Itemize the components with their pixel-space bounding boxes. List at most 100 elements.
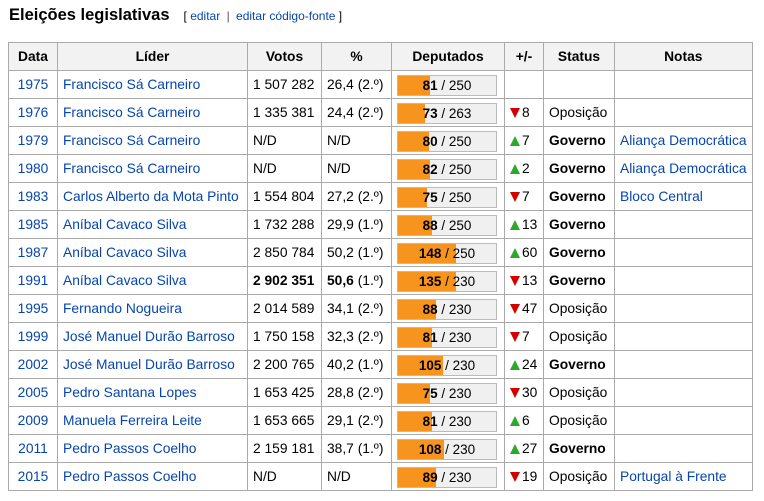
leader-cell: Francisco Sá Carneiro <box>57 154 248 183</box>
year-link[interactable]: 1975 <box>18 77 49 92</box>
year-link[interactable]: 1995 <box>18 301 49 316</box>
seats-bar: 81 / 230 <box>397 327 497 348</box>
rank-cell: (2.º) <box>357 77 384 92</box>
leader-link[interactable]: José Manuel Durão Barroso <box>63 329 235 344</box>
year-link[interactable]: 2011 <box>18 441 48 456</box>
change-cell: 13 <box>504 266 544 295</box>
seats-label: 75 / 230 <box>422 386 472 401</box>
seats-label: 148 / 250 <box>418 246 476 261</box>
seats-won: 81 <box>422 414 438 429</box>
percent-value: 32,3 <box>327 329 354 344</box>
rank-cell: (1.º) <box>357 441 384 456</box>
table-row: 1991 Aníbal Cavaco Silva 2 902 351 50,6 (1.… <box>8 266 753 295</box>
header-deputados: Deputados <box>391 42 505 71</box>
year-cell: 1983 <box>8 182 58 211</box>
change-value: 7 <box>522 133 530 148</box>
notes-link[interactable]: Aliança Democrática <box>620 161 747 176</box>
seats-cell: 105 / 230 <box>391 350 505 379</box>
edit-source-link[interactable]: editar código-fonte <box>236 9 335 23</box>
year-link[interactable]: 1985 <box>18 217 49 232</box>
table-row: 1995 Fernando Nogueira 2 014 589 34,1 (2.º)… <box>8 294 753 323</box>
change-cell: 60 <box>504 238 544 267</box>
decrease-arrow-icon <box>510 304 520 315</box>
notes-link[interactable]: Aliança Democrática <box>620 133 747 148</box>
leader-link[interactable]: Francisco Sá Carneiro <box>63 105 200 120</box>
edit-link[interactable]: editar <box>190 9 220 23</box>
notes-cell <box>614 98 753 127</box>
year-link[interactable]: 1980 <box>18 161 49 176</box>
year-cell: 1999 <box>8 322 58 351</box>
year-link[interactable]: 2002 <box>18 357 49 372</box>
leader-link[interactable]: Pedro Santana Lopes <box>63 385 196 400</box>
year-link[interactable]: 1987 <box>18 245 49 260</box>
status-value: Governo <box>549 441 606 456</box>
year-link[interactable]: 2009 <box>18 413 49 428</box>
leader-link[interactable]: Aníbal Cavaco Silva <box>63 245 186 260</box>
leader-link[interactable]: José Manuel Durão Barroso <box>63 357 235 372</box>
votes-cell: 1 653 425 <box>247 378 322 407</box>
leader-link[interactable]: Aníbal Cavaco Silva <box>63 273 186 288</box>
seats-won: 73 <box>422 106 438 121</box>
notes-cell <box>614 210 753 239</box>
rank-cell: (2.º) <box>357 329 384 344</box>
leader-link[interactable]: Francisco Sá Carneiro <box>63 133 200 148</box>
change-value: 13 <box>522 273 538 288</box>
rank-cell: (1.º) <box>357 273 384 288</box>
table-row: 1979 Francisco Sá Carneiro N/D N/D 80 / 250 7… <box>8 126 753 155</box>
table-row: 2011 Pedro Passos Coelho 2 159 181 38,7 (1.… <box>8 434 753 463</box>
year-cell: 1975 <box>8 70 58 99</box>
leader-link[interactable]: Pedro Passos Coelho <box>63 469 196 484</box>
votes-cell: 2 902 351 <box>247 266 322 295</box>
year-link[interactable]: 1979 <box>18 133 49 148</box>
percent-value: 29,1 <box>327 413 354 428</box>
seats-label: 80 / 250 <box>422 134 472 149</box>
leader-link[interactable]: Francisco Sá Carneiro <box>63 161 200 176</box>
votes-cell: 2 159 181 <box>247 434 322 463</box>
seats-label: 88 / 230 <box>422 302 472 317</box>
table-row: 2015 Pedro Passos Coelho N/D N/D 89 / 230 19 O… <box>8 462 753 491</box>
edit-separator: | <box>226 9 230 23</box>
year-link[interactable]: 1976 <box>18 105 49 120</box>
change-value: 27 <box>522 441 538 456</box>
leader-cell: Pedro Passos Coelho <box>57 434 248 463</box>
year-link[interactable]: 1991 <box>18 273 49 288</box>
leader-link[interactable]: Pedro Passos Coelho <box>63 441 196 456</box>
change-value: 19 <box>522 469 538 484</box>
change-value: 13 <box>522 217 538 232</box>
year-link[interactable]: 2005 <box>18 385 49 400</box>
seats-won: 105 <box>418 358 442 373</box>
section-heading: Eleições legislativas [ editar | editar … <box>9 6 342 30</box>
leader-link[interactable]: Francisco Sá Carneiro <box>63 77 200 92</box>
seats-total: 250 <box>448 134 472 149</box>
notes-cell <box>614 266 753 295</box>
seats-total: 250 <box>452 246 476 261</box>
leader-link[interactable]: Aníbal Cavaco Silva <box>63 217 186 232</box>
status-cell: Oposição <box>543 462 615 491</box>
change-value: 24 <box>522 357 538 372</box>
notes-link[interactable]: Portugal à Frente <box>620 469 727 484</box>
notes-link[interactable]: Bloco Central <box>620 189 703 204</box>
leader-link[interactable]: Fernando Nogueira <box>63 301 182 316</box>
change-cell: 6 <box>504 406 544 435</box>
change-cell: 7 <box>504 182 544 211</box>
year-link[interactable]: 1999 <box>18 329 49 344</box>
year-link[interactable]: 1983 <box>18 189 49 204</box>
percent-value: 24,4 <box>327 105 354 120</box>
year-link[interactable]: 2015 <box>18 469 49 484</box>
header-row: Data Líder Votos % Deputados +/- Status … <box>8 42 753 71</box>
seats-cell: 75 / 230 <box>391 378 505 407</box>
votes-cell: 1 554 804 <box>247 182 322 211</box>
increase-arrow-icon <box>510 136 520 147</box>
percent-value: 50,6 <box>327 273 354 288</box>
notes-cell: Portugal à Frente <box>614 462 753 491</box>
year-cell: 2015 <box>8 462 58 491</box>
leader-cell: Fernando Nogueira <box>57 294 248 323</box>
status-cell: Oposição <box>543 406 615 435</box>
percent-cell: 50,6 (1.º) <box>321 266 392 295</box>
leader-link[interactable]: Manuela Ferreira Leite <box>63 413 202 428</box>
change-cell <box>504 70 544 99</box>
seats-label: 81 / 250 <box>422 78 472 93</box>
leader-link[interactable]: Carlos Alberto da Mota Pinto <box>63 189 239 204</box>
rank-cell: (2.º) <box>357 413 384 428</box>
year-cell: 2005 <box>8 378 58 407</box>
